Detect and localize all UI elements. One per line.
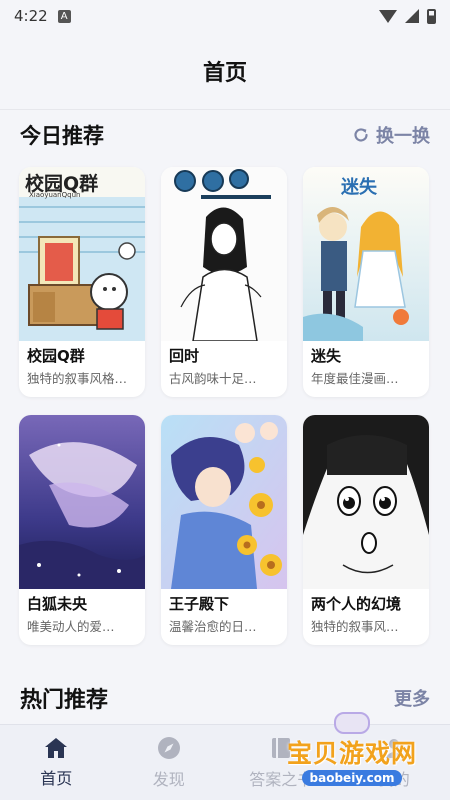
notification-badge-icon: A [57, 9, 71, 23]
comic-card[interactable]: 迷失 迷失 年度最佳漫画… [303, 167, 429, 397]
comic-card[interactable]: 两个人的幻境 独特的叙事风… [303, 415, 429, 645]
comic-cover: 校园Q群 XiaoyuanQqun [19, 167, 145, 341]
status-icons [379, 8, 436, 24]
today-section-header: 今日推荐 换一换 [20, 115, 430, 155]
watermark-top [334, 712, 370, 734]
nav-item-discover[interactable]: 发现 [114, 736, 224, 790]
comic-cover [161, 415, 287, 589]
signal-icon [405, 9, 419, 23]
watermark-text: 宝贝游戏网 [286, 739, 417, 768]
wifi-icon [379, 9, 397, 23]
nav-item-home[interactable]: 首页 [1, 737, 111, 789]
comic-description: 独特的叙事风… [311, 619, 399, 634]
comic-description: 年度最佳漫画… [311, 371, 399, 386]
refresh-label: 换一换 [376, 126, 430, 147]
today-section-title: 今日推荐 [20, 124, 104, 148]
refresh-button[interactable]: 换一换 [352, 122, 430, 148]
comic-title: 白狐未央 [27, 595, 88, 613]
comic-description: 古风韵味十足… [169, 371, 257, 386]
comic-title: 迷失 [311, 347, 342, 365]
comic-title: 王子殿下 [169, 595, 230, 613]
comic-description: 独特的叙事风格… [27, 371, 128, 386]
comic-card[interactable]: 白狐未央 唯美动人的爱… [19, 415, 145, 645]
nav-label-home: 首页 [40, 768, 73, 788]
comic-card[interactable]: 回时 古风韵味十足… [161, 167, 287, 397]
comic-title: 两个人的幻境 [311, 595, 402, 613]
cover-logo: 迷失 [341, 177, 377, 198]
watermark-url: baobeiy.com [301, 770, 403, 786]
compass-icon [157, 736, 181, 760]
cover-subtitle: XiaoyuanQqun [29, 191, 81, 199]
home-icon [44, 737, 68, 759]
app-header: 首页 [0, 32, 450, 110]
more-button[interactable]: 更多 [394, 685, 430, 711]
status-bar: 4:22 A [0, 0, 450, 32]
more-label: 更多 [394, 689, 430, 710]
comic-cover [303, 415, 429, 589]
page-title: 首页 [202, 60, 247, 86]
comic-cover [19, 415, 145, 589]
comic-title: 校园Q群 [27, 347, 85, 365]
comic-cover: 迷失 [303, 167, 429, 341]
status-time: 4:22 [14, 7, 48, 25]
comic-card[interactable]: 王子殿下 温馨治愈的日… [161, 415, 287, 645]
comic-title: 回时 [169, 347, 200, 365]
battery-icon [427, 8, 436, 24]
nav-label-discover: 发现 [152, 769, 185, 789]
watermark: 宝贝游戏网 baobeiy.com [272, 712, 432, 786]
recommend-grid: 校园Q群 XiaoyuanQqun 校园Q群 独特的叙事风格… 回时 古风韵味十… [19, 167, 431, 645]
hot-section-title: 热门推荐 [20, 688, 109, 713]
gamepad-icon [334, 712, 370, 734]
refresh-icon [352, 126, 370, 144]
comic-card[interactable]: 校园Q群 XiaoyuanQqun 校园Q群 独特的叙事风格… [19, 167, 145, 397]
comic-description: 唯美动人的爱… [27, 619, 115, 634]
comic-description: 温馨治愈的日… [169, 619, 257, 634]
comic-cover [161, 167, 287, 341]
